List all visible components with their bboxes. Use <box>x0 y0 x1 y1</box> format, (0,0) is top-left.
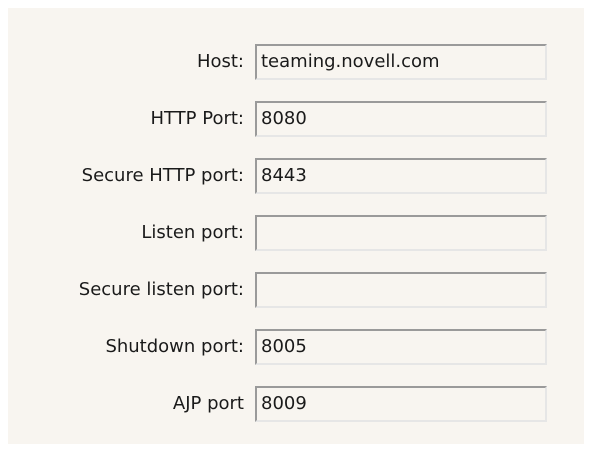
http-port-field[interactable]: 8080 <box>255 101 547 137</box>
listen-port-label: Listen port: <box>141 222 244 243</box>
secure-listen-port-row: Secure listen port: <box>8 270 584 310</box>
ajp-port-label: AJP port <box>172 393 244 414</box>
ajp-port-field[interactable]: 8009 <box>255 386 547 422</box>
shutdown-port-label: Shutdown port: <box>105 336 244 357</box>
host-row: Host: teaming.novell.com <box>8 42 584 82</box>
listen-port-row: Listen port: <box>8 213 584 253</box>
secure-http-port-label: Secure HTTP port: <box>81 165 244 186</box>
port-settings-panel: Host: teaming.novell.com HTTP Port: 8080… <box>8 8 584 444</box>
listen-port-field[interactable] <box>255 215 547 251</box>
secure-http-port-row: Secure HTTP port: 8443 <box>8 156 584 196</box>
shutdown-port-field[interactable]: 8005 <box>255 329 547 365</box>
host-label: Host: <box>196 51 244 72</box>
ajp-port-row: AJP port 8009 <box>8 384 584 424</box>
http-port-row: HTTP Port: 8080 <box>8 99 584 139</box>
secure-http-port-field[interactable]: 8443 <box>255 158 547 194</box>
shutdown-port-row: Shutdown port: 8005 <box>8 327 584 367</box>
secure-listen-port-label: Secure listen port: <box>78 279 244 300</box>
secure-listen-port-field[interactable] <box>255 272 547 308</box>
http-port-label: HTTP Port: <box>150 108 244 129</box>
host-field[interactable]: teaming.novell.com <box>255 44 547 80</box>
